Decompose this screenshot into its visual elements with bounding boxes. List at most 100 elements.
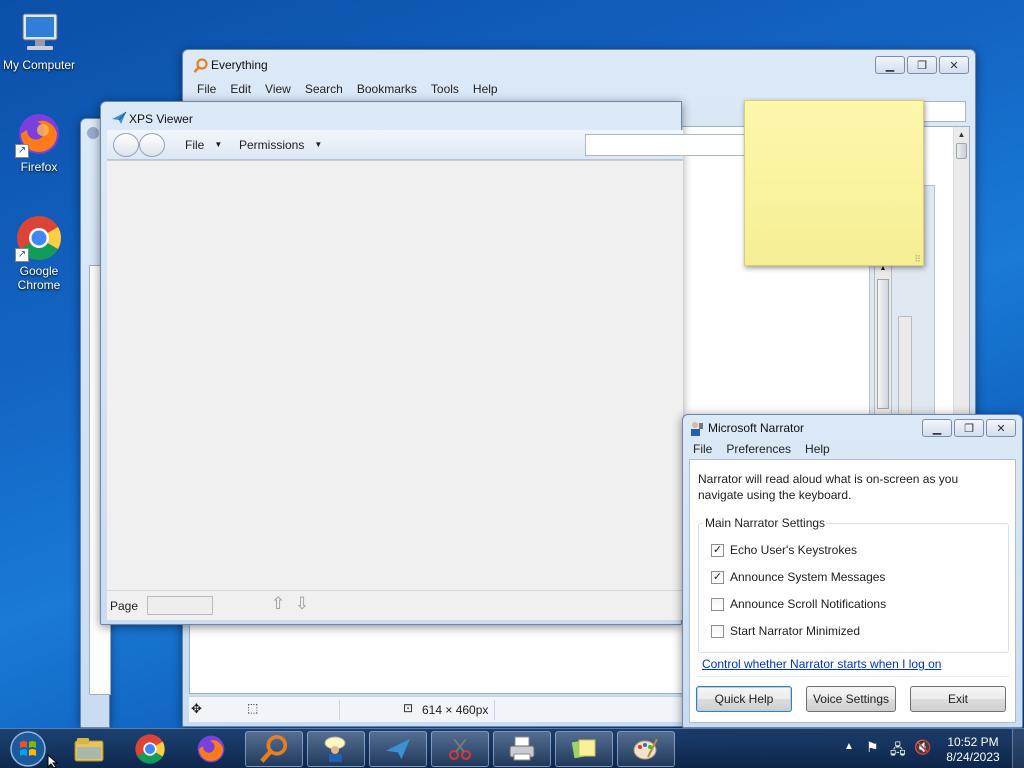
window-title: XPS Viewer	[129, 112, 193, 126]
menu-file[interactable]: File	[197, 82, 216, 96]
page-label: Page	[110, 599, 139, 613]
option-announce-scroll-notifications[interactable]: Announce Scroll Notifications	[711, 591, 886, 617]
option-label: Echo User's Keystrokes	[730, 543, 858, 557]
narrator-logon-link[interactable]: Control whether Narrator starts when I l…	[702, 657, 941, 671]
search-input[interactable]	[585, 134, 745, 156]
menu-help[interactable]: Help	[473, 82, 498, 96]
menu-file[interactable]: File	[693, 442, 712, 456]
back-button[interactable]	[113, 133, 139, 157]
voice-settings-button[interactable]: Voice Settings	[806, 686, 896, 712]
clock-date: 8/24/2023	[946, 750, 1000, 764]
scroll-thumb[interactable]	[877, 279, 889, 409]
search-input[interactable]	[923, 101, 966, 122]
permissions-menu[interactable]: Permissions ▼	[239, 138, 322, 152]
size-icon: ⊡	[403, 701, 414, 715]
maximize-button[interactable]: ❐	[954, 419, 984, 437]
taskbar-everything[interactable]	[245, 731, 303, 767]
move-icon: ✥	[191, 701, 202, 716]
image-dimensions: 614 × 460px	[422, 703, 489, 717]
arrow-up-icon[interactable]: ⇧	[271, 594, 285, 614]
clock[interactable]: 10:52 PM 8/24/2023	[940, 735, 1006, 765]
scroll-up-arrow-icon[interactable]: ▲	[954, 127, 969, 143]
option-label: Announce System Messages	[730, 570, 886, 584]
divider	[698, 676, 1009, 677]
menu-bookmarks[interactable]: Bookmarks	[357, 82, 417, 96]
chevron-down-icon: ▼	[214, 140, 223, 149]
sticky-notes-icon	[571, 739, 596, 759]
taskbar-fax-scan[interactable]	[493, 731, 551, 767]
taskbar-chrome[interactable]	[121, 731, 179, 767]
chrome-icon	[135, 734, 165, 764]
checkbox[interactable]	[711, 597, 724, 611]
narrator-window[interactable]: Microsoft Narrator ▁ ❐ ✕ File Preference…	[682, 414, 1023, 728]
desktop-icon-chrome[interactable]: ↗ Google Chrome	[0, 214, 78, 292]
menu-search[interactable]: Search	[305, 82, 343, 96]
taskbar-snipping-tool[interactable]	[431, 731, 489, 767]
shortcut-arrow-icon: ↗	[15, 248, 29, 262]
sticky-note-text[interactable]	[745, 101, 923, 141]
close-button[interactable]: ✕	[939, 56, 969, 74]
window-title: Microsoft Narrator	[708, 421, 805, 435]
taskbar-sticky-notes[interactable]	[555, 731, 613, 767]
desktop-icon-firefox[interactable]: ↗ Firefox	[0, 110, 78, 174]
taskbar-narrator[interactable]	[307, 731, 365, 767]
permissions-menu-label: Permissions	[239, 138, 305, 152]
scroll-up-arrow-icon[interactable]: ▲	[875, 265, 891, 279]
clock-time: 10:52 PM	[947, 735, 999, 749]
menu-view[interactable]: View	[265, 82, 291, 96]
show-hidden-icons-icon[interactable]: ▲	[844, 741, 854, 752]
arrow-down-icon[interactable]: ⇩	[295, 594, 309, 614]
sticky-note[interactable]: ⠿	[744, 100, 924, 266]
taskbar-file-explorer[interactable]	[60, 731, 118, 767]
taskbar-firefox[interactable]	[182, 731, 240, 767]
option-echo-keystrokes[interactable]: ✓ Echo User's Keystrokes	[711, 537, 886, 563]
show-desktop-button[interactable]	[1012, 729, 1024, 768]
close-button[interactable]: ✕	[986, 419, 1016, 437]
scissors-icon	[449, 738, 471, 760]
forward-button[interactable]	[139, 133, 165, 157]
status-divider	[494, 700, 495, 720]
desktop-icon-label: Firefox	[20, 160, 58, 174]
maximize-button[interactable]: ❐	[907, 56, 937, 74]
taskbar-xps-viewer[interactable]	[369, 731, 427, 767]
option-announce-system-messages[interactable]: ✓ Announce System Messages	[711, 564, 886, 590]
menu-preferences[interactable]: Preferences	[726, 442, 791, 456]
selection-icon: ⬚	[247, 701, 259, 715]
page-number-input[interactable]	[147, 596, 213, 615]
narrator-icon	[689, 421, 705, 440]
option-start-minimized[interactable]: Start Narrator Minimized	[711, 618, 886, 644]
checkbox[interactable]: ✓	[711, 570, 724, 584]
minimize-button[interactable]: ▁	[875, 56, 905, 74]
action-center-icon[interactable]: ⚑	[866, 739, 879, 756]
menu-help[interactable]: Help	[805, 442, 830, 456]
file-menu[interactable]: File ▼	[185, 138, 222, 152]
option-label: Start Narrator Minimized	[730, 624, 861, 638]
mouse-cursor-icon	[47, 754, 59, 768]
scroll-thumb[interactable]	[956, 143, 967, 159]
checkbox[interactable]: ✓	[711, 543, 724, 557]
narrator-description: Narrator will read aloud what is on-scre…	[698, 472, 959, 502]
printer-icon	[509, 736, 535, 761]
xps-viewer-window[interactable]: XPS Viewer File ▼ Permissions ▼ Page ⇧ ⇩	[100, 101, 745, 625]
file-menu-label: File	[185, 138, 205, 152]
resize-grip-icon[interactable]: ⠿	[914, 254, 921, 265]
chrome-icon: ↗	[15, 214, 63, 262]
xps-icon	[386, 738, 410, 760]
xps-icon	[111, 111, 127, 128]
status-divider	[339, 700, 340, 720]
desktop-icon-label: My Computer	[2, 58, 76, 72]
quick-help-button[interactable]: Quick Help	[696, 686, 792, 712]
desktop-icon-my-computer[interactable]: My Computer	[0, 8, 78, 72]
menu-tools[interactable]: Tools	[431, 82, 459, 96]
menu-bar: File Preferences Help	[693, 442, 830, 456]
network-icon[interactable]: 🖧	[890, 739, 906, 763]
minimize-button[interactable]: ▁	[922, 419, 952, 437]
volume-muted-icon[interactable]: 🔇	[914, 739, 931, 756]
taskbar-paint[interactable]	[617, 731, 675, 767]
checkbox[interactable]	[711, 624, 724, 638]
narrator-content: Narrator will read aloud what is on-scre…	[689, 459, 1016, 723]
exit-button[interactable]: Exit	[910, 686, 1006, 712]
vertical-scrollbar[interactable]: ▲	[953, 127, 969, 427]
menu-edit[interactable]: Edit	[230, 82, 251, 96]
document-area[interactable]	[107, 160, 683, 590]
